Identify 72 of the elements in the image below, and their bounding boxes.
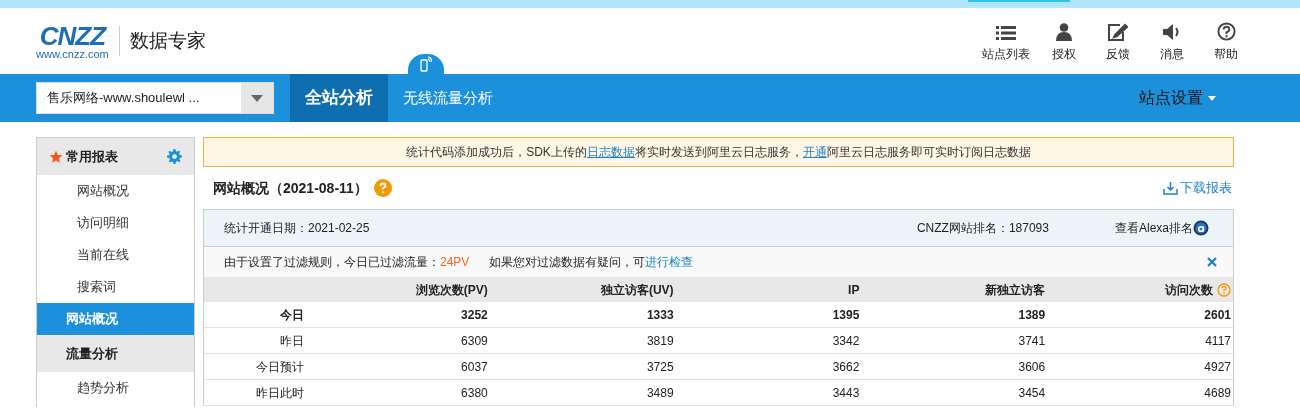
sidebar-item[interactable]: 当前在线 [37, 239, 194, 271]
table-cell-text: 3443 [831, 384, 861, 402]
table-cell-text: 3819 [645, 332, 675, 350]
column-header: 新独立访客 [985, 281, 1046, 299]
toolbar-button[interactable]: 帮助 [1206, 19, 1246, 63]
close-icon[interactable] [1207, 257, 1217, 267]
filter-question: 如果您对过滤数据有疑问，可进行检查 [489, 254, 694, 271]
star-icon [49, 149, 63, 164]
row-label: 昨日 [279, 332, 304, 350]
table-cell-text: 3342 [831, 332, 861, 350]
nav-tab[interactable]: 全站分析 [290, 74, 388, 122]
table-cell-text: 4927 [1203, 358, 1232, 376]
sidebar-group[interactable]: 常用报表 [37, 138, 194, 175]
toolbar-button[interactable]: 站点列表 [982, 19, 1030, 63]
check-link[interactable]: 进行检查 [645, 255, 694, 269]
column-header: IP [848, 281, 860, 299]
notice-link[interactable]: 日志数据 [586, 143, 635, 161]
person-icon [1056, 23, 1072, 41]
filter-note: 由于设置了过滤规则，今日已过滤流量：24PV [224, 254, 470, 271]
help-icon[interactable] [373, 179, 392, 197]
table-cell-text: 4117 [1204, 332, 1232, 350]
edit-icon [1108, 23, 1128, 41]
table-cell-text: 3489 [645, 384, 675, 402]
sidebar-item[interactable]: 搜索词 [37, 271, 194, 303]
toolbar-button[interactable]: 消息 [1152, 19, 1192, 63]
table-cell-text: 3662 [831, 358, 861, 376]
site-select[interactable]: 售乐网络-www.shoulewl ... [36, 82, 274, 114]
sidebar-group[interactable]: 流量分析 [37, 335, 194, 372]
column-header: 访问次数 [1165, 281, 1213, 299]
alexa-link[interactable]: 查看Alexa排名 [1114, 219, 1209, 237]
product-name: 数据专家 [129, 28, 206, 53]
caret-icon [251, 94, 263, 102]
caret-icon [1208, 95, 1216, 101]
notice-link[interactable]: 开通 [802, 143, 827, 161]
table-cell-text: 1389 [1017, 306, 1047, 324]
help-icon [1216, 22, 1236, 41]
toolbar-button[interactable]: 授权 [1044, 19, 1084, 63]
table-cell-text: 4689 [1203, 384, 1232, 402]
table-cell-text: 1333 [645, 306, 675, 324]
site-rank: CNZZ网站排名：187093 [916, 220, 1049, 237]
page-title: 网站概况（2021-08-11） [213, 178, 368, 198]
table-cell-text: 3454 [1017, 384, 1047, 402]
toolbar-button[interactable]: 反馈 [1098, 19, 1138, 63]
table-cell-text: 6309 [460, 332, 489, 350]
row-label: 今日 [279, 306, 304, 324]
column-header: 浏览次数(PV) [415, 281, 488, 299]
row-label: 今日预计 [255, 358, 304, 376]
sidebar-item[interactable]: 网站概况 [37, 175, 194, 207]
notice-banner: 统计代码添加成功后，SDK上传的 日志数据将实时发送到阿里云日志服务，开通阿里云日志服务即可实时订阅日志数据 [203, 137, 1234, 167]
table-cell-text: 6380 [460, 384, 489, 402]
settings-icon[interactable] [167, 149, 182, 164]
table-cell-text: 2601 [1203, 306, 1232, 324]
help-icon[interactable] [1217, 282, 1231, 297]
mobile-icon [420, 56, 432, 72]
table-cell-text: 3252 [460, 306, 489, 324]
list-icon [996, 25, 1016, 41]
table-cell-text: 6037 [460, 358, 489, 376]
logo-url: www.cnzz.com [36, 48, 109, 60]
column-header: 独立访客(UV) [600, 281, 674, 299]
table-cell-text: 1395 [831, 306, 861, 324]
download-link[interactable]: 下载报表 [1163, 178, 1232, 198]
download-icon [1163, 181, 1178, 195]
logo-wordmark[interactable]: CNZZ [39, 22, 106, 49]
table-cell-text: 3741 [1017, 332, 1047, 350]
start-date: 统计开通日期：2021-02-25 [224, 220, 370, 237]
alexa-icon [1193, 220, 1209, 236]
table-cell-text: 3606 [1017, 358, 1047, 376]
sidebar-item[interactable]: 趋势分析 [37, 372, 194, 404]
table-cell-text: 3725 [645, 358, 675, 376]
site-settings-menu[interactable]: 站点设置 [1139, 74, 1216, 122]
row-label: 昨日此时 [255, 384, 304, 402]
sidebar-item[interactable]: 访问明细 [37, 207, 194, 239]
